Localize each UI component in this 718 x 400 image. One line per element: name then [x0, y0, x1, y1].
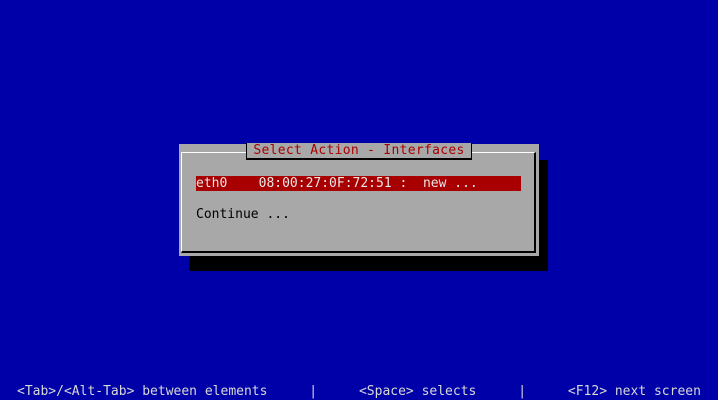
dialog-title-bar: Select Action - Interfaces: [179, 143, 539, 160]
hint-space-selects: <Space> selects: [358, 384, 477, 399]
tui-screen: Select Action - Interfaces eth0 08:00:27…: [0, 0, 718, 400]
continue-button[interactable]: Continue ...: [196, 207, 290, 222]
dialog-frame: [181, 152, 536, 253]
dialog-title: Select Action - Interfaces: [246, 143, 472, 160]
status-separator: |: [518, 384, 527, 399]
status-separator: |: [309, 384, 318, 399]
hint-f12-next-screen: <F12> next screen: [567, 384, 701, 399]
interface-item-eth0[interactable]: eth0 08:00:27:0F:72:51 : new ...: [196, 176, 521, 191]
select-action-dialog: Select Action - Interfaces eth0 08:00:27…: [179, 143, 539, 256]
hint-tab-navigation: <Tab>/<Alt-Tab> between elements: [17, 384, 268, 399]
status-bar: <Tab>/<Alt-Tab> between elements | <Spac…: [0, 383, 718, 400]
